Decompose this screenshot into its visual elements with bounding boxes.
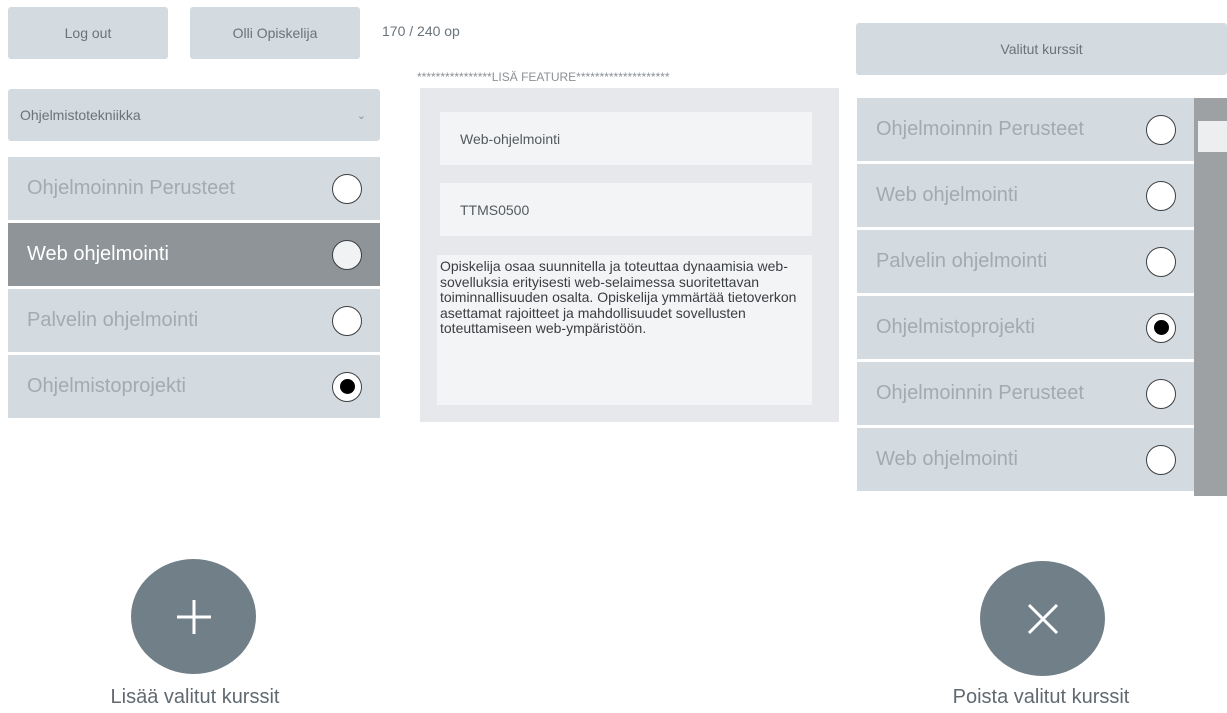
close-icon [1027, 603, 1058, 634]
course-detail-name: Web-ohjelmointi [440, 112, 812, 165]
selected-course-row[interactable]: Web ohjelmointi [857, 164, 1194, 227]
course-name: Web ohjelmointi [876, 184, 1018, 206]
selected-course-list: Ohjelmoinnin Perusteet Web ohjelmointi P… [857, 98, 1194, 491]
course-name: Palvelin ohjelmointi [27, 309, 199, 331]
add-courses-label: Lisää valitut kurssit [110, 686, 280, 708]
course-row[interactable]: Ohjelmoinnin Perusteet [8, 157, 380, 220]
course-detail-description: Opiskelija osaa suunnitella ja toteuttaa… [437, 255, 812, 405]
course-list: Ohjelmoinnin Perusteet Web ohjelmointi P… [8, 157, 380, 418]
plus-icon [176, 599, 211, 634]
course-radio[interactable] [332, 173, 362, 204]
course-name: Web ohjelmointi [27, 243, 169, 265]
scrollbar-track[interactable] [1194, 98, 1227, 496]
course-name: Ohjelmoinnin Perusteet [876, 382, 1084, 404]
course-row[interactable]: Ohjelmistoprojekti [8, 355, 380, 418]
selected-courses-header: Valitut kurssit [856, 23, 1227, 75]
add-courses-button[interactable] [131, 559, 256, 674]
course-radio[interactable] [1146, 180, 1176, 211]
course-name: Ohjelmistoprojekti [27, 375, 186, 397]
course-radio[interactable] [1146, 312, 1176, 343]
course-detail-code: TTMS0500 [440, 183, 812, 236]
remove-courses-label: Poista valitut kurssit [952, 686, 1130, 708]
course-name: Ohjelmoinnin Perusteet [27, 177, 235, 199]
scrollbar-thumb[interactable] [1198, 121, 1227, 152]
course-radio[interactable] [1146, 246, 1176, 277]
course-name: Ohjelmistoprojekti [876, 316, 1035, 338]
course-row[interactable]: Palvelin ohjelmointi [8, 289, 380, 352]
selected-course-row[interactable]: Ohjelmistoprojekti [857, 296, 1194, 359]
course-name: Palvelin ohjelmointi [876, 250, 1048, 272]
course-radio[interactable] [1146, 378, 1176, 409]
selected-course-row[interactable]: Web ohjelmointi [857, 428, 1194, 491]
course-row[interactable]: Web ohjelmointi [8, 223, 380, 286]
user-profile-button[interactable]: Olli Opiskelija [190, 7, 360, 59]
course-radio[interactable] [332, 305, 362, 336]
chevron-down-icon: ⌄ [356, 109, 366, 122]
course-name: Ohjelmoinnin Perusteet [876, 118, 1084, 140]
remove-courses-button[interactable] [980, 561, 1105, 676]
course-radio[interactable] [1146, 114, 1176, 145]
logout-button[interactable]: Log out [8, 7, 168, 59]
selected-course-row[interactable]: Palvelin ohjelmointi [857, 230, 1194, 293]
credits-counter: 170 / 240 op [382, 23, 460, 39]
program-select-value: Ohjelmistotekniikka [20, 107, 141, 123]
selected-course-row[interactable]: Ohjelmoinnin Perusteet [857, 362, 1194, 425]
selected-course-row[interactable]: Ohjelmoinnin Perusteet [857, 98, 1194, 161]
course-radio[interactable] [332, 371, 362, 402]
detail-header: ****************LISÄ FEATURE************… [417, 70, 670, 84]
program-select[interactable]: Ohjelmistotekniikka ⌄ [8, 89, 380, 141]
course-name: Web ohjelmointi [876, 448, 1018, 470]
course-radio[interactable] [1146, 444, 1176, 475]
course-radio[interactable] [332, 239, 362, 270]
